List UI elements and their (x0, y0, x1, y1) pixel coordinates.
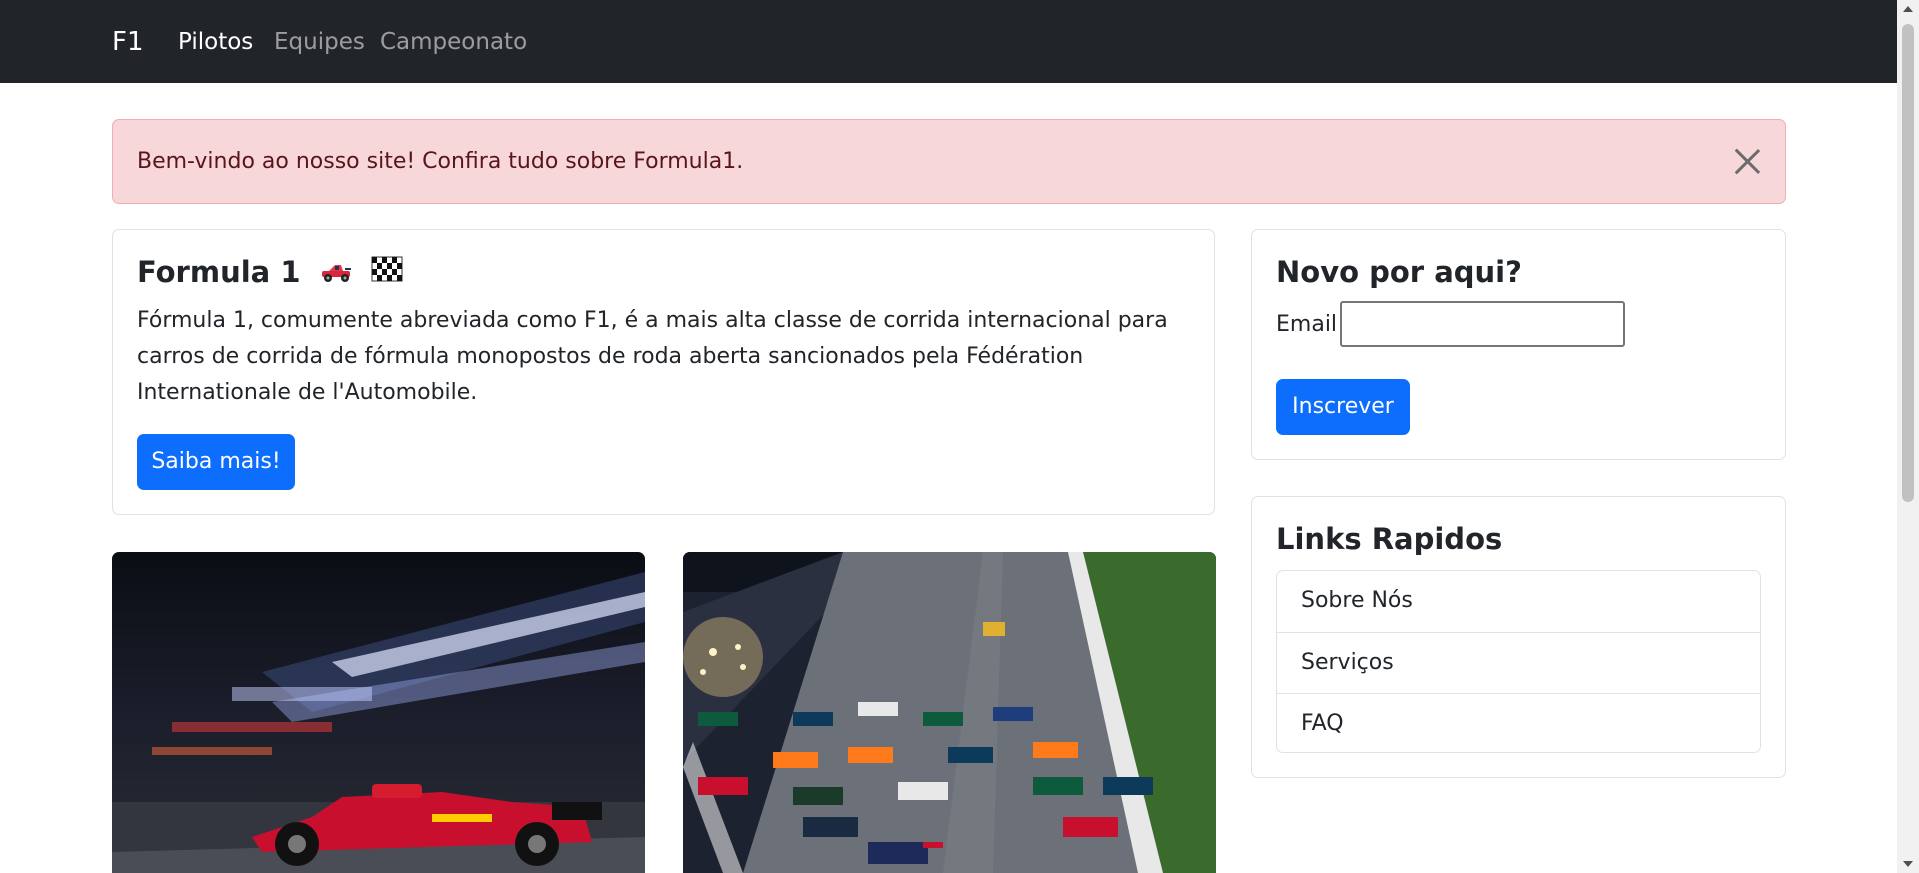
nav-link-pilotos[interactable]: Pilotos (178, 27, 253, 57)
saiba-mais-button[interactable]: Saiba mais! (137, 434, 295, 490)
email-field[interactable] (1340, 301, 1625, 347)
alert-message: Bem-vindo ao nosso site! Confira tudo so… (137, 149, 744, 174)
page-scrollbar[interactable] (1897, 0, 1919, 873)
checkered-flag-icon (371, 256, 403, 292)
list-item-sobre-nos[interactable]: Sobre Nós (1277, 571, 1760, 632)
list-item-faq[interactable]: FAQ (1277, 693, 1760, 752)
intro-title-row: Formula 1 (137, 254, 403, 292)
quick-links-card: Links Rapidos Sobre Nós Serviços FAQ (1251, 496, 1786, 778)
list-item-servicos[interactable]: Serviços (1277, 632, 1760, 693)
intro-text: Fórmula 1, comumente abreviada como F1, … (137, 308, 1168, 405)
newsletter-card: Novo por aqui? Email Inscrever (1251, 229, 1786, 460)
intro-card: Formula 1 Fórmula 1, comumente abreviada… (112, 229, 1215, 515)
navbar-brand[interactable]: F1 (112, 25, 144, 59)
nav-link-equipes[interactable]: Equipes (274, 27, 365, 57)
navbar: F1 Pilotos Equipes Campeonato (0, 0, 1897, 83)
intro-title: Formula 1 (137, 255, 301, 289)
scroll-down-arrow-icon[interactable] (1903, 861, 1913, 867)
nav-link-campeonato[interactable]: Campeonato (380, 27, 527, 57)
f1-car-night-image (112, 552, 645, 873)
welcome-alert: Bem-vindo ao nosso site! Confira tudo so… (112, 119, 1786, 204)
newsletter-title: Novo por aqui? (1276, 255, 1522, 289)
inscrever-button[interactable]: Inscrever (1276, 379, 1410, 435)
scroll-up-arrow-icon[interactable] (1903, 6, 1913, 12)
email-label: Email (1276, 312, 1338, 337)
f1-race-start-image (683, 552, 1216, 873)
racing-car-icon (319, 256, 353, 292)
scroll-thumb[interactable] (1902, 24, 1914, 502)
quick-links-list: Sobre Nós Serviços FAQ (1276, 570, 1761, 753)
quick-links-title: Links Rapidos (1276, 522, 1503, 556)
close-icon[interactable] (1731, 145, 1763, 177)
